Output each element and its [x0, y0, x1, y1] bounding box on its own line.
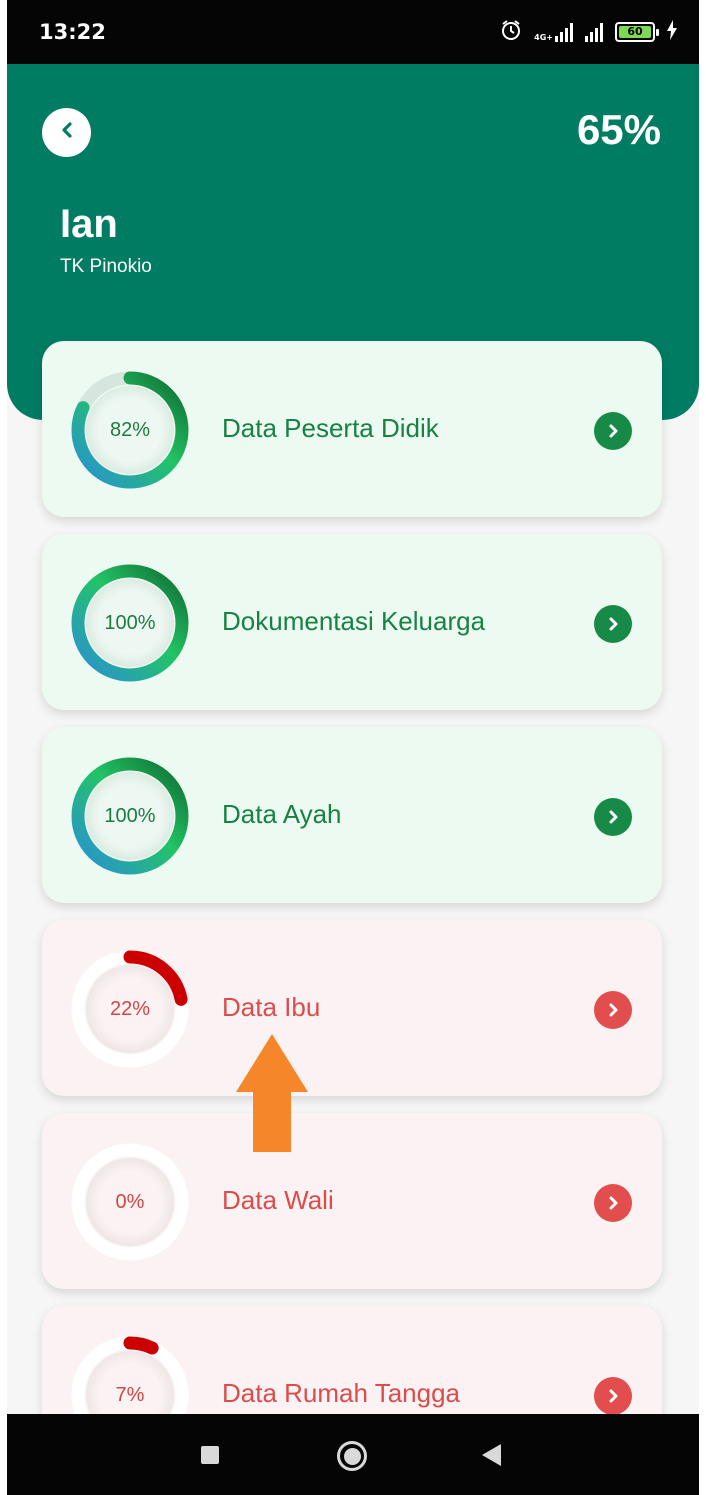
signal-icon: 4G+ [534, 22, 573, 42]
progress-percent: 0% [115, 1190, 145, 1213]
chevron-right-icon[interactable] [594, 605, 632, 643]
section-title: Data Peserta Didik [222, 413, 439, 443]
section-title: Data Ibu [222, 992, 321, 1022]
student-name: Ian [60, 202, 118, 246]
section-title: Data Ayah [222, 799, 342, 829]
chevron-right-icon[interactable] [594, 991, 632, 1029]
section-title: Data Rumah Tangga [222, 1378, 461, 1408]
status-bar: 13:22 4G+ 60 [7, 0, 699, 64]
battery-icon: 60 [615, 22, 659, 42]
progress-percent: 22% [109, 997, 151, 1020]
alarm-icon [500, 19, 522, 46]
chevron-left-icon [59, 121, 75, 144]
section-card-dokumentasi-keluarga[interactable]: 100% Dokumentasi Keluarga [42, 534, 662, 710]
charging-icon [667, 19, 677, 45]
home-icon[interactable] [337, 1441, 367, 1471]
school-name: TK Pinokio [60, 256, 152, 277]
status-icons: 4G+ 60 [500, 18, 677, 46]
section-card-data-ibu[interactable]: 22% Data Ibu [42, 920, 662, 1096]
section-card-data-wali[interactable]: 0% Data Wali [42, 1113, 662, 1289]
section-title: Dokumentasi Keluarga [222, 606, 486, 636]
recents-icon[interactable] [201, 1446, 219, 1464]
chevron-right-icon[interactable] [594, 1377, 632, 1415]
back-icon[interactable] [482, 1444, 501, 1466]
chevron-right-icon[interactable] [594, 412, 632, 450]
progress-percent: 100% [104, 804, 156, 827]
back-button[interactable] [42, 108, 91, 157]
status-time: 13:22 [39, 20, 106, 44]
chevron-right-icon[interactable] [594, 798, 632, 836]
section-card-data-ayah[interactable]: 100% Data Ayah [42, 727, 662, 903]
app-screen: 13:22 4G+ 60 65% Ian TK Pinokio 82% Data… [7, 0, 699, 1495]
battery-level: 60 [619, 26, 651, 38]
system-nav-bar [7, 1414, 699, 1495]
progress-percent: 100% [104, 611, 156, 634]
chevron-right-icon[interactable] [594, 1184, 632, 1222]
overall-progress: 65% [576, 106, 661, 153]
section-card-data-peserta-didik[interactable]: 82% Data Peserta Didik [42, 341, 662, 517]
network-type-label: 4G+ [534, 33, 553, 42]
annotation-arrow-icon [236, 1034, 308, 1152]
signal-icon [585, 22, 603, 42]
progress-percent: 82% [109, 418, 151, 441]
section-title: Data Wali [222, 1185, 334, 1215]
